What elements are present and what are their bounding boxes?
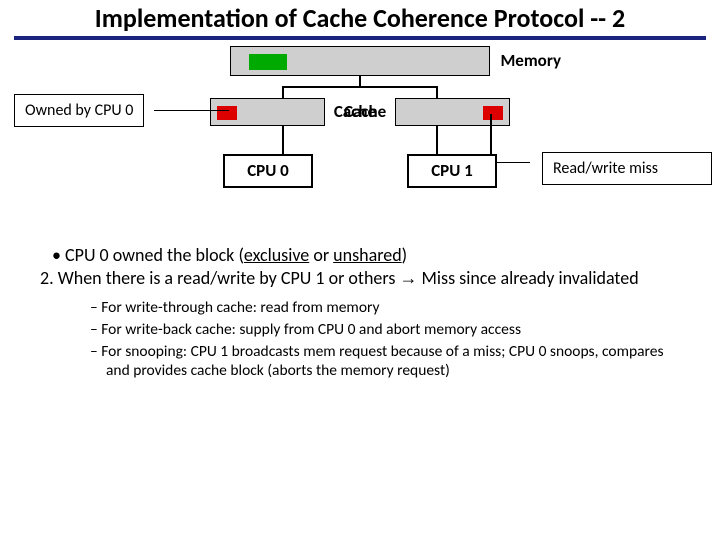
content-area: CPU 0 owned the block (exclusive or unsh… <box>0 216 720 381</box>
annotation-line <box>154 110 229 112</box>
exclusive-keyword: exclusive <box>244 244 309 266</box>
owned-block-icon <box>217 106 237 120</box>
sub-item-write-through: For write-through cache: read from memor… <box>90 298 690 318</box>
step-2-text-b: Miss since already invalidated <box>417 267 638 289</box>
bus-line <box>359 76 361 86</box>
bullet-1-or: or <box>309 244 333 266</box>
bus-line <box>436 86 438 98</box>
sub-item-snooping: For snooping: CPU 1 broadcasts mem reque… <box>90 342 690 382</box>
cpu0-box: CPU 0 <box>223 154 313 188</box>
cache0-box: Cache <box>210 98 325 126</box>
step-2-text-a: 2. When there is a read/write by CPU 1 o… <box>40 267 399 289</box>
arrow-icon: → <box>399 268 417 288</box>
bus-line <box>282 86 284 98</box>
cache-row: Cache Cache <box>14 98 706 126</box>
data-block-icon <box>249 54 287 70</box>
sub-list: For write-through cache: read from memor… <box>90 298 690 381</box>
bus-line <box>436 126 438 154</box>
bullet-1-close: ) <box>402 244 407 266</box>
diagram-area: Owned by CPU 0 Read/write miss Memory Ca… <box>14 46 706 216</box>
miss-block-icon <box>483 106 503 120</box>
slide-title: Implementation of Cache Coherence Protoc… <box>0 0 720 34</box>
bullet-1: CPU 0 owned the block (exclusive or unsh… <box>52 244 690 267</box>
title-underline <box>14 36 706 40</box>
memory-row: Memory <box>14 46 706 76</box>
bus-line <box>282 86 438 88</box>
cpu1-box: CPU 1 <box>407 154 497 188</box>
unshared-keyword: unshared <box>333 244 401 266</box>
bus-line <box>282 126 284 154</box>
sub-item-write-back: For write-back cache: supply from CPU 0 … <box>90 320 690 340</box>
cpu-row: CPU 0 CPU 1 <box>14 154 706 188</box>
cache1-label: Cache <box>344 101 386 122</box>
cache1-box: Cache <box>395 98 510 126</box>
memory-box: Memory <box>230 46 490 76</box>
memory-label: Memory <box>500 50 561 71</box>
bullet-1-text-a: CPU 0 owned the block ( <box>65 244 244 266</box>
step-2: 2. When there is a read/write by CPU 1 o… <box>40 267 690 290</box>
